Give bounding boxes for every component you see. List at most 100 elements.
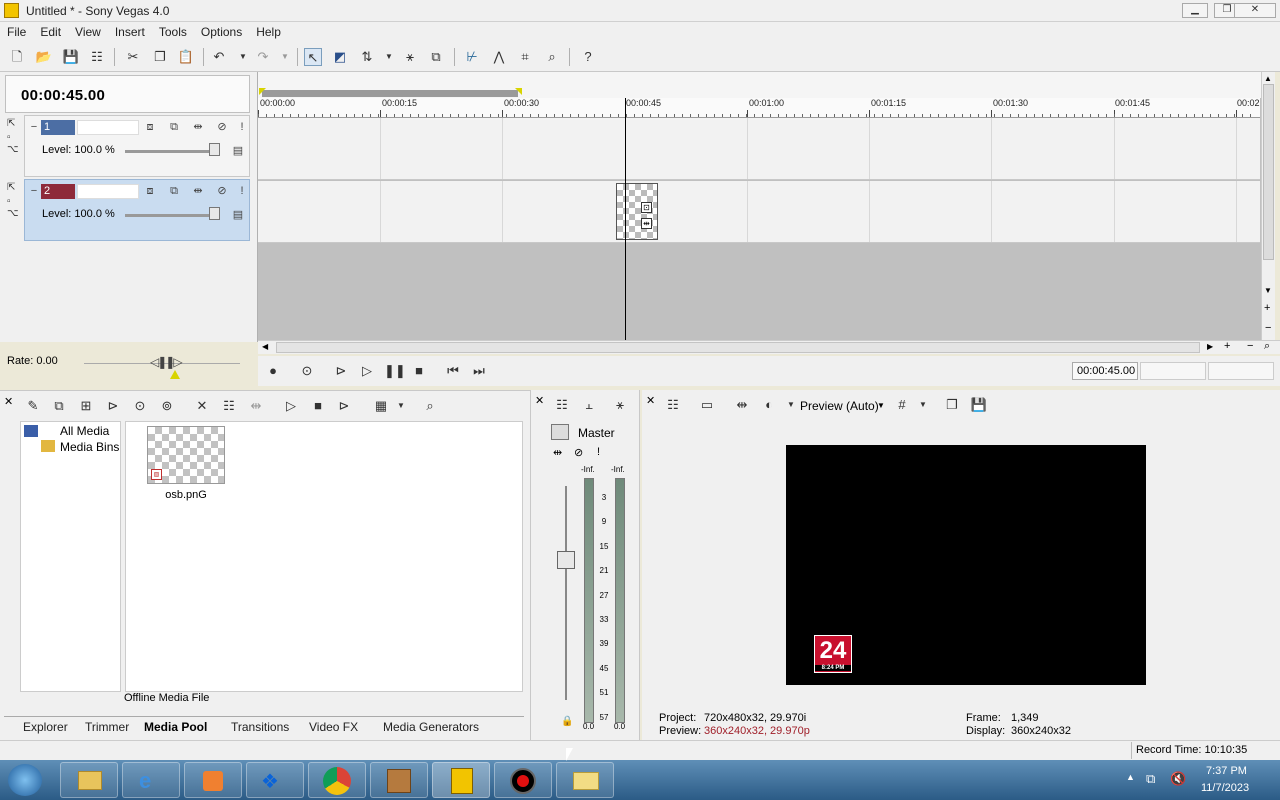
loop-start-marker[interactable] bbox=[259, 88, 266, 95]
loop-end-marker[interactable] bbox=[515, 88, 522, 95]
auto-preview-icon[interactable]: ⊳ bbox=[335, 397, 353, 415]
redo-icon[interactable]: ↷ bbox=[254, 48, 272, 66]
track-collapse-icon[interactable]: − bbox=[27, 184, 41, 198]
preview-stop-icon[interactable]: ■ bbox=[309, 397, 327, 415]
go-to-start-icon[interactable]: ⏮ bbox=[444, 362, 462, 380]
taskbar-installer-icon[interactable] bbox=[370, 762, 428, 798]
cut-icon[interactable]: ✂ bbox=[124, 48, 142, 66]
open-icon[interactable]: 📂 bbox=[35, 48, 53, 66]
ripple-icon[interactable]: ⚹ bbox=[401, 48, 419, 66]
track-header-2[interactable]: ⇱ ▫ ⌥ − 2 ⧈ ⧉ ⇹ ⊘ ! Level: 100.0 % ▤ bbox=[7, 179, 250, 241]
menu-insert[interactable]: Insert bbox=[108, 22, 152, 39]
record-icon[interactable]: ● bbox=[264, 362, 282, 380]
master-fx-icon[interactable]: ⇹ bbox=[553, 446, 562, 459]
split-screen-icon[interactable]: ◐ bbox=[760, 396, 778, 414]
composite-mode-icon[interactable]: ⌥ bbox=[7, 144, 19, 155]
markers-icon[interactable]: ⋀ bbox=[490, 48, 508, 66]
whats-this-icon[interactable]: ? bbox=[579, 48, 597, 66]
scroll-left-icon[interactable]: ◀ bbox=[262, 342, 268, 351]
auto-crossfade-icon[interactable]: ⧉ bbox=[427, 48, 445, 66]
get-photo-icon[interactable]: ⊙ bbox=[131, 397, 149, 415]
remove-media-icon[interactable]: ✕ bbox=[193, 397, 211, 415]
horizontal-scroll-thumb[interactable] bbox=[276, 342, 1200, 353]
track-name-field[interactable] bbox=[77, 184, 139, 199]
overlays-dropdown-icon[interactable]: ▼ bbox=[914, 396, 932, 414]
menu-help[interactable]: Help bbox=[249, 22, 288, 39]
scroll-up-icon[interactable]: ▲ bbox=[1264, 74, 1272, 83]
taskbar-folder-icon[interactable] bbox=[556, 762, 614, 798]
capture-video-icon[interactable]: ⧉ bbox=[50, 397, 68, 415]
redo-dropdown-icon[interactable]: ▼ bbox=[276, 48, 294, 66]
zoom-out-vertical-icon[interactable]: − bbox=[1265, 322, 1271, 334]
clock-date[interactable]: 11/7/2023 bbox=[1201, 782, 1249, 794]
split-dropdown-icon[interactable]: ▼ bbox=[782, 396, 800, 414]
track-lane-1[interactable] bbox=[258, 118, 1260, 180]
event-fx-icon[interactable]: ⇹ bbox=[641, 218, 652, 229]
undo-dropdown-icon[interactable]: ▼ bbox=[234, 48, 252, 66]
stop-icon[interactable]: ■ bbox=[410, 362, 428, 380]
save-snapshot-icon[interactable]: 💾 bbox=[970, 396, 988, 414]
vertical-scroll-thumb[interactable] bbox=[1263, 84, 1274, 260]
track-fx-icon[interactable]: ⧉ bbox=[167, 184, 181, 198]
search-icon[interactable]: ⌕ bbox=[421, 397, 439, 415]
tab-trimmer[interactable]: Trimmer bbox=[85, 720, 129, 734]
minimize-button[interactable]: ▁ bbox=[1182, 3, 1208, 18]
close-pane-icon[interactable]: ✕ bbox=[4, 395, 13, 408]
normal-edit-tool-icon[interactable]: ↖ bbox=[304, 48, 322, 66]
show-hidden-icons-icon[interactable]: ▲ bbox=[1126, 772, 1135, 782]
track-menu-icon[interactable]: ▤ bbox=[231, 208, 245, 222]
search-media-icon[interactable]: ⊚ bbox=[158, 397, 176, 415]
save-icon[interactable]: 💾 bbox=[62, 48, 80, 66]
network-icon[interactable]: ⧉ bbox=[1146, 771, 1155, 787]
level-slider-thumb[interactable] bbox=[209, 207, 220, 220]
tab-video-fx[interactable]: Video FX bbox=[309, 720, 358, 734]
mixer-properties-icon[interactable]: ☷ bbox=[553, 396, 571, 414]
track-motion-icon[interactable]: ⧈ bbox=[143, 120, 157, 134]
volume-muted-icon[interactable]: 🔇 bbox=[1170, 771, 1186, 787]
zoom-tool-icon[interactable]: ⌕ bbox=[543, 48, 561, 66]
undo-icon[interactable]: ↶ bbox=[210, 48, 228, 66]
selection-dropdown-icon[interactable]: ▼ bbox=[380, 48, 398, 66]
tab-transitions[interactable]: Transitions bbox=[231, 720, 289, 734]
taskbar-chrome-icon[interactable] bbox=[308, 762, 366, 798]
loop-playback-icon[interactable]: ⊙ bbox=[298, 362, 316, 380]
event-pan-crop-icon[interactable]: ⊡ bbox=[641, 202, 652, 213]
region-icon[interactable]: ⌗ bbox=[516, 48, 534, 66]
time-ruler[interactable]: 00:00:00 00:00:15 00:00:30 00:00:45 00:0… bbox=[258, 98, 1260, 118]
level-slider-thumb[interactable] bbox=[209, 143, 220, 156]
track-name-field[interactable] bbox=[77, 120, 139, 135]
media-properties-icon[interactable]: ☷ bbox=[220, 397, 238, 415]
make-compositing-child-icon[interactable]: ⇹ bbox=[191, 184, 205, 198]
track-motion-icon[interactable]: ⧈ bbox=[143, 184, 157, 198]
downmix-icon[interactable]: ⚹ bbox=[611, 396, 629, 414]
video-fx-icon[interactable]: ⇹ bbox=[733, 396, 751, 414]
close-button[interactable]: ✕ bbox=[1234, 3, 1276, 18]
paste-icon[interactable]: 📋 bbox=[177, 48, 195, 66]
get-media-web-icon[interactable]: ⊞ bbox=[77, 397, 95, 415]
media-fx-icon[interactable]: ⇹ bbox=[247, 397, 265, 415]
track-minimize-icon[interactable]: ▫ bbox=[7, 196, 11, 207]
track-header-1[interactable]: ⇱ ▫ ⌥ − 1 ⧈ ⧉ ⇹ ⊘ ! Level: 100.0 % ▤ bbox=[7, 115, 250, 177]
timeline-cursor[interactable] bbox=[625, 98, 626, 340]
taskbar-recorder-icon[interactable] bbox=[494, 762, 552, 798]
track-fx-icon[interactable]: ⧉ bbox=[167, 120, 181, 134]
track-minimize-icon[interactable]: ▫ bbox=[7, 132, 11, 143]
quality-dropdown-icon[interactable]: ▼ bbox=[877, 401, 885, 410]
new-icon[interactable]: 🗋 bbox=[8, 48, 26, 66]
menu-file[interactable]: File bbox=[0, 22, 33, 39]
start-button-icon[interactable] bbox=[8, 764, 42, 796]
media-file-name[interactable]: osb.pnG bbox=[147, 489, 225, 501]
scroll-down-icon[interactable]: ▼ bbox=[1264, 286, 1272, 295]
tab-media-generators[interactable]: Media Generators bbox=[383, 720, 479, 734]
play-from-start-icon[interactable]: ⊳ bbox=[332, 362, 350, 380]
views-icon[interactable]: ▦ bbox=[372, 397, 390, 415]
master-solo-icon[interactable]: ! bbox=[597, 446, 600, 458]
taskbar-explorer-icon[interactable] bbox=[60, 762, 118, 798]
taskbar-vegas-icon[interactable] bbox=[432, 762, 490, 798]
zoom-in-vertical-icon[interactable]: + bbox=[1264, 302, 1270, 314]
track-expand-icon[interactable]: ⇱ bbox=[7, 182, 15, 193]
tab-explorer[interactable]: Explorer bbox=[23, 720, 68, 734]
insert-bus-icon[interactable]: ⫠ bbox=[580, 396, 598, 414]
preview-play-icon[interactable]: ▷ bbox=[282, 397, 300, 415]
mute-icon[interactable]: ⊘ bbox=[215, 120, 229, 134]
